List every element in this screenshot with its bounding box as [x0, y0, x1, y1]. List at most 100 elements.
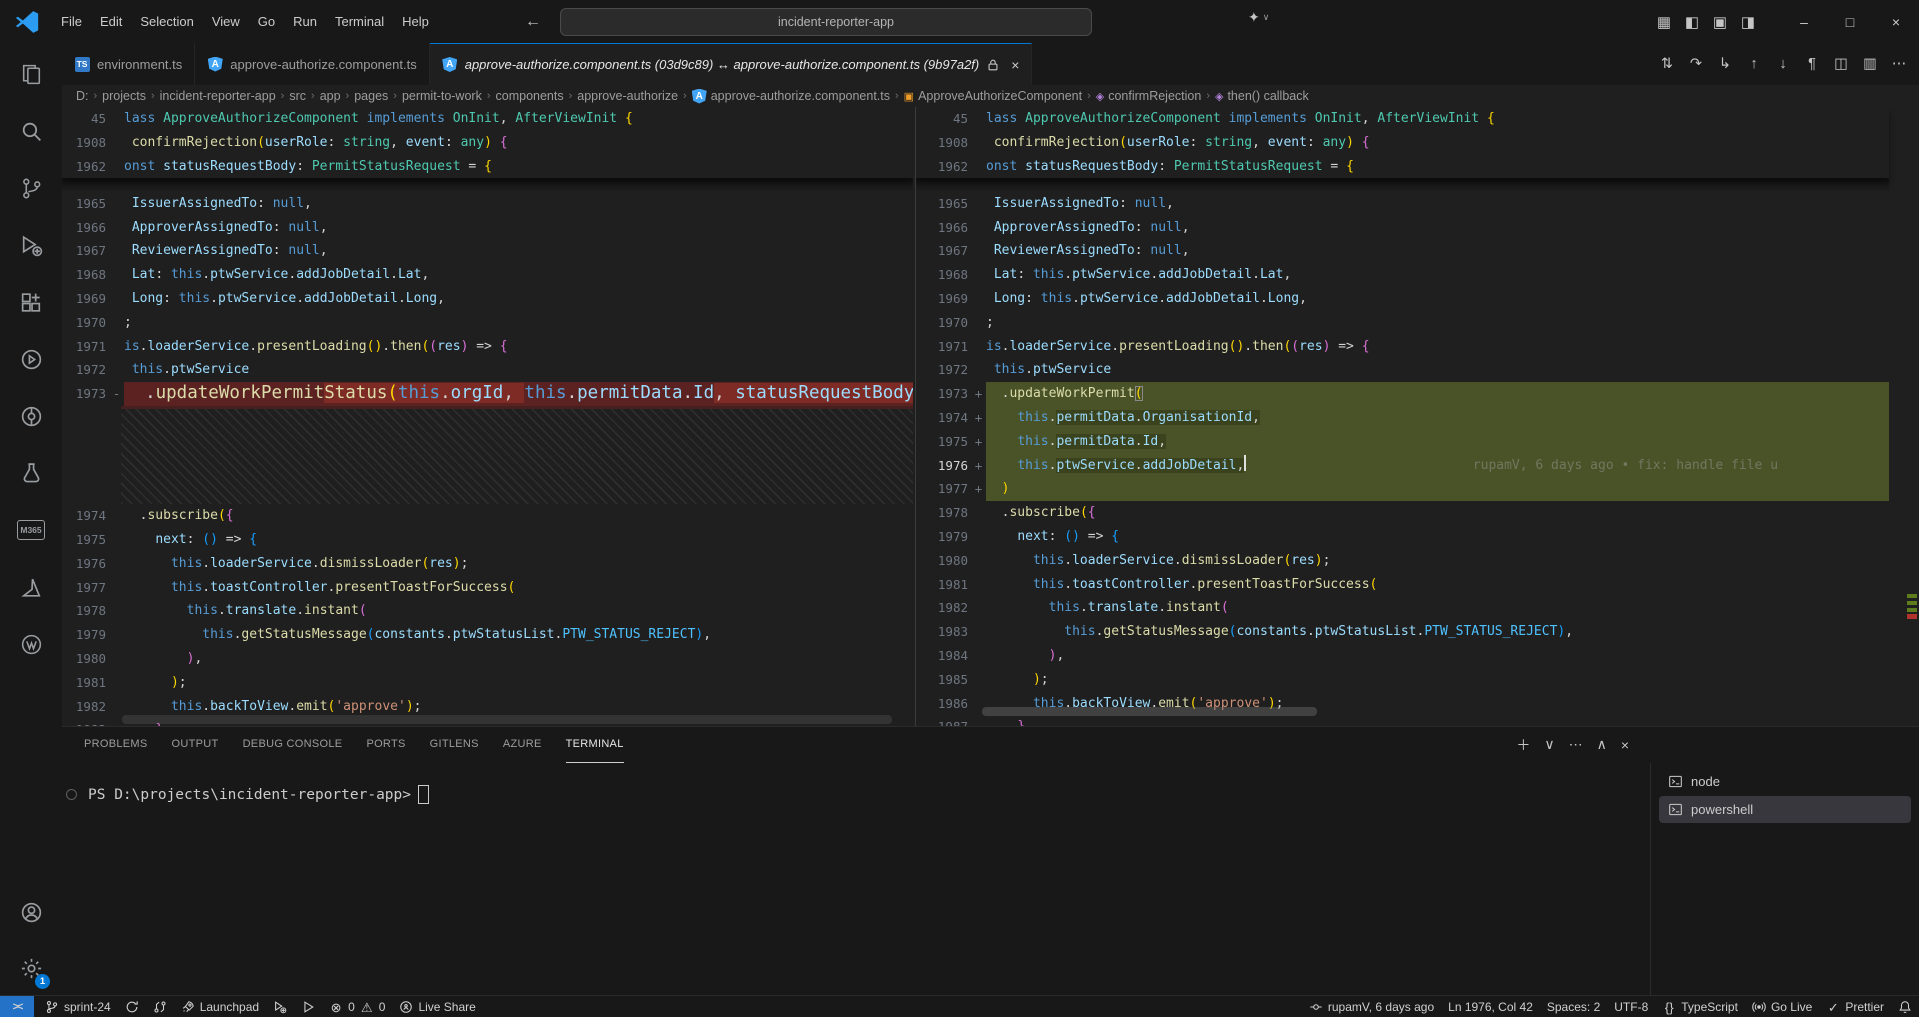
terminal-view[interactable]: PS D:\projects\incident-reporter-app>: [62, 763, 1651, 996]
status-encoding[interactable]: UTF-8: [1607, 996, 1655, 1017]
menu-view[interactable]: View: [203, 10, 249, 33]
more-actions-icon[interactable]: ⋯: [1569, 736, 1583, 753]
customize-layout-icon[interactable]: ▦: [1655, 13, 1673, 31]
diff-sign: [109, 107, 124, 131]
status-prettier[interactable]: ✓Prettier: [1819, 996, 1891, 1017]
split-editor-icon[interactable]: ▥: [1860, 56, 1880, 72]
toggle-secondary-sidebar-icon[interactable]: ◨: [1739, 13, 1757, 31]
copilot-button[interactable]: ✦ ∨: [1248, 9, 1269, 26]
activitybar-testing[interactable]: [10, 452, 52, 494]
horizontal-scrollbar[interactable]: [122, 715, 892, 724]
close-icon[interactable]: ×: [1011, 57, 1019, 73]
activitybar-wordpress[interactable]: [10, 623, 52, 665]
breadcrumb-item[interactable]: pages: [354, 89, 388, 103]
breadcrumb-item[interactable]: Aapprove-authorize.component.ts: [692, 89, 890, 104]
status-sync[interactable]: [118, 996, 146, 1017]
restore-button[interactable]: □: [1827, 0, 1873, 43]
menu-run[interactable]: Run: [284, 10, 326, 33]
diff-sign: [109, 504, 124, 528]
new-terminal-icon[interactable]: ＋: [1516, 735, 1530, 755]
command-center-search[interactable]: incident-reporter-app: [560, 8, 1092, 36]
status-notifications[interactable]: [1891, 996, 1919, 1017]
toggle-panel-icon[interactable]: ▣: [1711, 13, 1729, 31]
activitybar-extensions[interactable]: [10, 281, 52, 323]
panel-actions: ＋ ∨ ⋯ ∧ ×: [1516, 727, 1629, 762]
panel-tab-ports[interactable]: PORTS: [366, 727, 405, 763]
close-panel-icon[interactable]: ×: [1621, 737, 1629, 753]
breadcrumb-item[interactable]: ◈confirmRejection: [1096, 89, 1202, 103]
menu-help[interactable]: Help: [393, 10, 438, 33]
status-go-live[interactable]: Go Live: [1745, 996, 1819, 1017]
terminal-item-powershell[interactable]: powershell: [1659, 796, 1911, 823]
status-cursor-position[interactable]: Ln 1976, Col 42: [1441, 996, 1540, 1017]
status-problems[interactable]: ⊗0⚠0: [322, 996, 392, 1017]
panel-tab-output[interactable]: OUTPUT: [172, 727, 219, 763]
status-branch[interactable]: sprint-24: [38, 996, 118, 1017]
terminal-item-node[interactable]: node: [1659, 768, 1911, 795]
toggle-whitespace-icon[interactable]: ¶: [1802, 56, 1822, 72]
tab-1[interactable]: TSenvironment.ts: [62, 43, 195, 85]
next-change-icon[interactable]: ↓: [1773, 56, 1793, 72]
diff-pane-original[interactable]: 45lass ApproveAuthorizeComponent impleme…: [62, 107, 913, 726]
status-run[interactable]: [294, 996, 322, 1017]
breadcrumb-item[interactable]: D:: [76, 89, 89, 103]
toggle-primary-sidebar-icon[interactable]: ◧: [1683, 13, 1701, 31]
diff-pane-modified[interactable]: 45lass ApproveAuthorizeComponent impleme…: [915, 107, 1919, 726]
status-right: rupamV, 6 days agoLn 1976, Col 42Spaces:…: [1302, 996, 1919, 1017]
code-text: lass ApproveAuthorizeComponent implement…: [986, 107, 1889, 131]
tab-2[interactable]: Aapprove-authorize.component.ts: [195, 43, 429, 85]
breadcrumb-item[interactable]: projects: [102, 89, 146, 103]
minimize-button[interactable]: –: [1781, 0, 1827, 43]
status-live-share[interactable]: Live Share: [392, 996, 482, 1017]
launch-profile-icon[interactable]: ∨: [1544, 736, 1554, 753]
menu-edit[interactable]: Edit: [91, 10, 131, 33]
panel-tab-gitlens[interactable]: GITLENS: [430, 727, 479, 763]
breadcrumb-item[interactable]: approve-authorize: [577, 89, 678, 103]
breadcrumb-item[interactable]: ▣ApproveAuthorizeComponent: [904, 89, 1082, 103]
swap-sides-icon[interactable]: ⇅: [1657, 56, 1677, 72]
tab-3[interactable]: Aapprove-authorize.component.ts (03d9c89…: [430, 43, 1033, 85]
previous-change-icon[interactable]: ↑: [1744, 56, 1764, 72]
activitybar-m365[interactable]: M365: [10, 509, 52, 551]
activitybar-source-control[interactable]: [10, 167, 52, 209]
activitybar-search[interactable]: [10, 110, 52, 152]
breadcrumb-item[interactable]: components: [496, 89, 564, 103]
activitybar-azure[interactable]: [10, 566, 52, 608]
activitybar-accounts[interactable]: [10, 891, 52, 933]
status-indentation[interactable]: Spaces: 2: [1540, 996, 1607, 1017]
more-actions-icon[interactable]: ⋯: [1889, 56, 1909, 72]
status-remote[interactable]: ><: [0, 996, 34, 1017]
status-language-mode[interactable]: {}TypeScript: [1655, 996, 1745, 1017]
breadcrumb-item[interactable]: incident-reporter-app: [160, 89, 276, 103]
breadcrumb-item[interactable]: app: [320, 89, 341, 103]
overview-ruler[interactable]: [1905, 107, 1919, 726]
menu-terminal[interactable]: Terminal: [326, 10, 393, 33]
status-blame[interactable]: rupamV, 6 days ago: [1302, 996, 1441, 1017]
nav-back-icon[interactable]: ←: [525, 13, 541, 31]
breadcrumb-item[interactable]: ◈then() callback: [1215, 89, 1309, 103]
maximize-panel-icon[interactable]: ∧: [1597, 736, 1607, 753]
menu-selection[interactable]: Selection: [131, 10, 202, 33]
activitybar-gitlens[interactable]: [10, 395, 52, 437]
activitybar-settings[interactable]: 1: [10, 947, 52, 989]
close-button[interactable]: ×: [1873, 0, 1919, 43]
panel-tab-debug-console[interactable]: DEBUG CONSOLE: [243, 727, 343, 763]
open-changes-icon[interactable]: ↷: [1686, 56, 1706, 72]
open-file-icon[interactable]: ↳: [1715, 56, 1735, 72]
activitybar-run-debug[interactable]: [10, 224, 52, 266]
status-gitlens-compare[interactable]: [146, 996, 174, 1017]
breadcrumb-item[interactable]: src: [289, 89, 306, 103]
status-debug[interactable]: [266, 996, 294, 1017]
panel-tab-terminal[interactable]: TERMINAL: [566, 727, 624, 763]
panel-tab-problems[interactable]: PROBLEMS: [84, 727, 148, 763]
breadcrumb-item[interactable]: permit-to-work: [402, 89, 482, 103]
menu-go[interactable]: Go: [249, 10, 284, 33]
breadcrumb-separator-icon: ›: [311, 90, 315, 102]
panel-tab-azure[interactable]: AZURE: [503, 727, 542, 763]
horizontal-scrollbar[interactable]: [982, 707, 1317, 716]
activitybar-explorer[interactable]: [10, 53, 52, 95]
status-launchpad[interactable]: Launchpad: [174, 996, 266, 1017]
inline-view-icon[interactable]: ◫: [1831, 56, 1851, 72]
menu-file[interactable]: File: [52, 10, 91, 33]
activitybar-remote-explorer[interactable]: [10, 338, 52, 380]
